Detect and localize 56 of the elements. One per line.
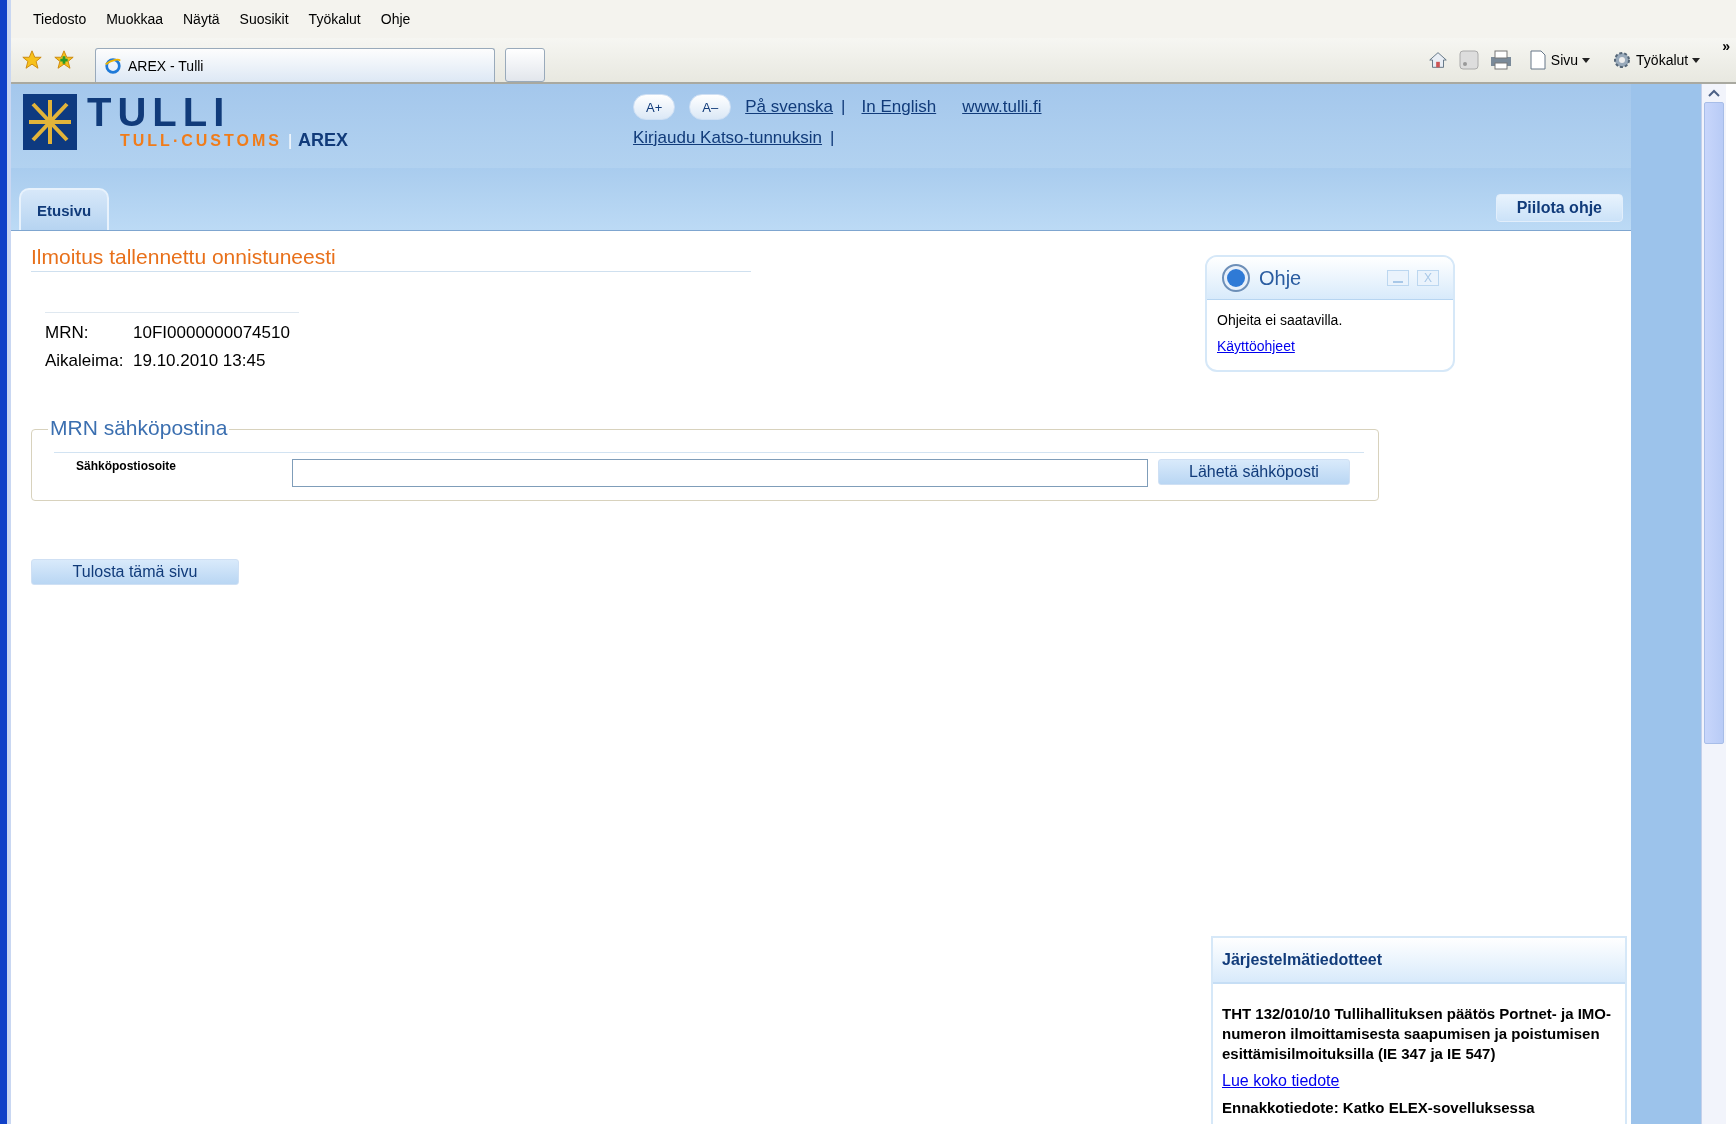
add-favorite-icon[interactable]	[53, 49, 75, 71]
logo-emblem-icon	[23, 94, 77, 150]
hide-help-button[interactable]: Piilota ohje	[1495, 194, 1623, 222]
menu-item[interactable]: Muokkaa	[96, 11, 173, 27]
logo-separator: |	[287, 132, 293, 150]
new-tab-button[interactable]	[505, 48, 545, 82]
page-menu[interactable]: Sivu	[1522, 50, 1597, 70]
app-name: AREX	[298, 130, 349, 151]
language-link[interactable]: In English	[861, 97, 937, 117]
print-page-button[interactable]: Tulosta tämä sivu	[31, 559, 239, 585]
font-size-button[interactable]: A–	[689, 94, 732, 120]
scrollbar[interactable]	[1701, 84, 1726, 1124]
language-link[interactable]: På svenska	[745, 97, 834, 117]
link-separator: |	[830, 128, 835, 148]
field-value: 10FI0000000074510	[133, 323, 290, 343]
logo-title: TULLI	[87, 94, 232, 130]
menu-item[interactable]: Ohje	[370, 11, 421, 27]
user-guide-link[interactable]: Käyttöohjeet	[1217, 338, 1443, 354]
notice-link[interactable]: Lue koko tiedote	[1222, 1072, 1615, 1090]
favorites-star-icon[interactable]	[21, 49, 43, 71]
font-size-button[interactable]: A+	[633, 94, 676, 120]
gear-icon	[1612, 50, 1633, 70]
link-separator: |	[841, 97, 846, 117]
field-label: Aikaleima:	[45, 351, 125, 371]
caret-icon	[1692, 57, 1701, 63]
menu-item[interactable]: Näytä	[173, 11, 230, 27]
menu-item[interactable]: Tiedosto	[23, 11, 97, 27]
send-email-button[interactable]: Lähetä sähköposti	[1158, 459, 1350, 485]
more-tools-button[interactable]: »	[1716, 38, 1736, 54]
notice-text: THT 132/010/10 Tullihallituksen päätös Portnet- ja IMO-numeron ilmoittamisesta saapumisen ja poistumisen esittämisilmoituksilla (IE 347 ja IE 547)	[1222, 1004, 1612, 1064]
menu-label: Sivu	[1550, 52, 1579, 68]
browser-logo-icon	[104, 56, 122, 75]
minimize-icon	[1393, 281, 1403, 283]
help-text: Ohjeita ei saatavilla.	[1217, 312, 1344, 328]
language-link[interactable]: www.tulli.fi	[962, 97, 1042, 117]
nav-tab[interactable]: Etusivu	[19, 188, 110, 230]
tools-menu[interactable]: Työkalut	[1606, 50, 1707, 70]
notice-text: Ennakkotiedote: Katko ELEX-sovelluksessa	[1222, 1098, 1536, 1118]
printer-icon[interactable]	[1488, 49, 1513, 71]
field-label: MRN:	[45, 323, 90, 343]
success-title: Ilmoitus tallennettu onnistuneesti	[31, 245, 751, 272]
caret-icon	[1582, 57, 1591, 63]
page-icon	[1528, 50, 1547, 70]
help-title: Ohje	[1259, 266, 1303, 290]
tab-title: AREX - Tulli	[128, 57, 204, 74]
menu-item[interactable]: Suosikit	[229, 11, 299, 27]
field-value: 19.10.2010 13:45	[133, 351, 266, 371]
login-link[interactable]: Kirjaudu Katso-tunnuksin	[633, 128, 822, 148]
email-input[interactable]	[292, 459, 1148, 487]
home-icon[interactable]	[1426, 49, 1449, 71]
browser-tab[interactable]: AREX - Tulli	[95, 48, 495, 82]
menu-label: Työkalut	[1636, 52, 1689, 68]
minimize-button[interactable]	[1387, 270, 1409, 286]
logo-subtitle: TULL·CUSTOMS	[120, 132, 282, 150]
menu-item[interactable]: Työkalut	[298, 11, 371, 27]
email-label: Sähköpostiosoite	[75, 459, 177, 473]
